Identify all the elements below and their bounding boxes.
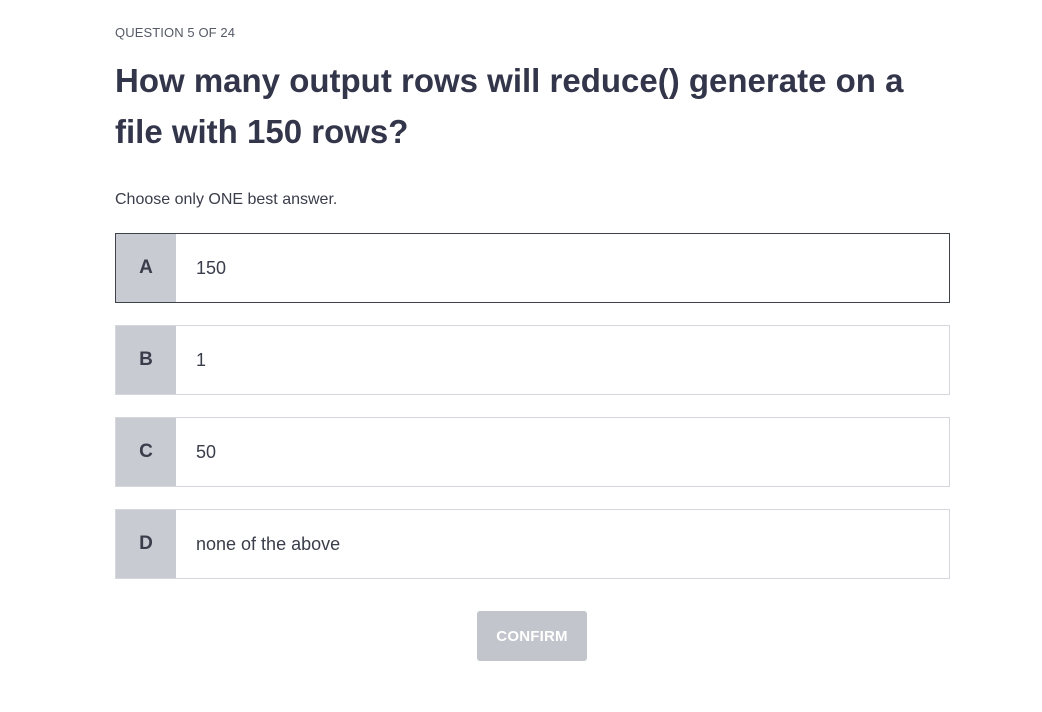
option-text: 1 [196, 349, 207, 370]
answer-options: A 150 B 1 C 50 D none of the above [115, 233, 950, 601]
option-letter: A [116, 234, 176, 302]
answer-instruction: Choose only ONE best answer. [115, 191, 338, 208]
option-text: 50 [196, 441, 217, 462]
option-c[interactable]: C 50 [115, 417, 950, 487]
option-letter: B [116, 326, 176, 394]
option-letter: D [116, 510, 176, 578]
option-letter: C [116, 418, 176, 486]
question-title: How many output rows will reduce() gener… [115, 62, 904, 150]
option-b[interactable]: B 1 [115, 325, 950, 395]
option-text: none of the above [196, 533, 341, 554]
option-d[interactable]: D none of the above [115, 509, 950, 579]
question-progress: QUESTION 5 OF 24 [115, 25, 236, 40]
option-a[interactable]: A 150 [115, 233, 950, 303]
option-text: 150 [196, 257, 227, 278]
confirm-button[interactable]: CONFIRM [477, 611, 587, 661]
